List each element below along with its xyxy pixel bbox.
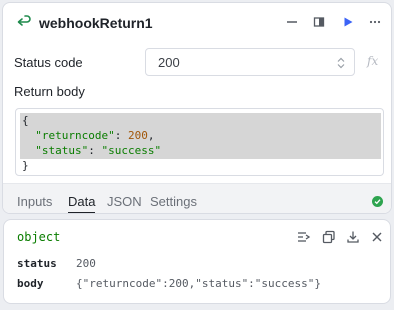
chevron-updown-icon <box>337 57 345 69</box>
status-code-value: 200 <box>158 55 180 70</box>
tab-bar: Inputs Data JSON Settings <box>3 183 391 213</box>
collapse-lines-icon[interactable] <box>297 230 311 244</box>
output-panel: object status 200 body {"returncode":200… <box>3 219 391 304</box>
code-lines: { "returncode": 200, "status": "success"… <box>22 113 161 173</box>
code-line: "returncode": 200, <box>35 129 155 142</box>
run-icon[interactable] <box>340 14 356 30</box>
tab-inputs[interactable]: Inputs <box>17 194 52 210</box>
close-icon[interactable] <box>370 230 384 244</box>
output-type: object <box>17 230 61 244</box>
status-code-select[interactable]: 200 <box>145 48 355 76</box>
status-code-label: Status code <box>14 55 83 70</box>
copy-icon[interactable] <box>322 230 336 244</box>
output-field-key: status <box>17 257 57 270</box>
code-line: } <box>22 159 29 172</box>
success-check-icon <box>372 196 383 207</box>
more-icon[interactable] <box>367 14 383 30</box>
active-tab-indicator <box>68 212 95 213</box>
code-line: { <box>22 114 29 127</box>
output-field-value: {"returncode":200,"status":"success"} <box>76 277 322 290</box>
output-field-value: 200 <box>76 257 96 270</box>
tab-settings[interactable]: Settings <box>150 194 197 210</box>
return-arrow-icon <box>17 15 31 26</box>
return-body-editor[interactable]: { "returncode": 200, "status": "success"… <box>15 108 384 176</box>
download-icon[interactable] <box>346 230 360 244</box>
fx-icon[interactable]: fx <box>367 54 378 68</box>
split-panel-icon[interactable] <box>311 14 327 30</box>
node-header: webhookReturn1 <box>3 3 391 41</box>
minimize-icon[interactable] <box>284 14 300 30</box>
node-panel: webhookReturn1 Status code 200 fx Return… <box>2 2 392 214</box>
code-line: "status": "success" <box>35 144 162 157</box>
tab-json[interactable]: JSON <box>107 194 142 210</box>
return-body-label: Return body <box>14 84 85 99</box>
node-title[interactable]: webhookReturn1 <box>39 14 153 32</box>
output-field-key: body <box>17 277 44 290</box>
tab-data[interactable]: Data <box>68 194 95 210</box>
